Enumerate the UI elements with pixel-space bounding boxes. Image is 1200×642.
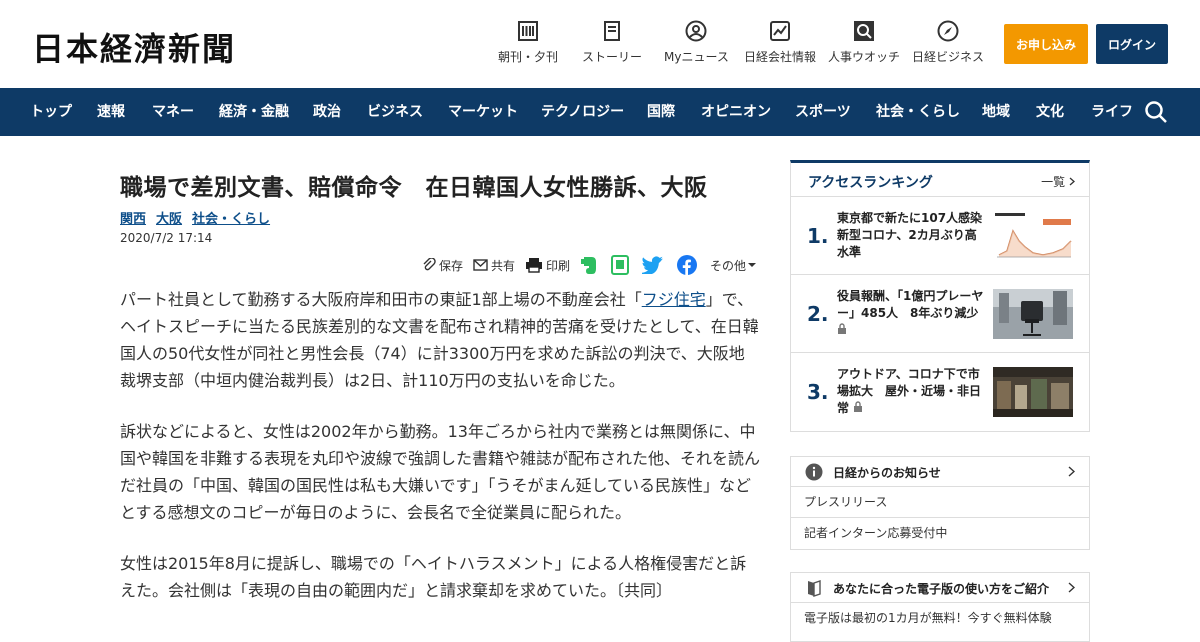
- util-story[interactable]: ストーリー: [582, 20, 642, 65]
- util-label: 朝刊・夕刊: [498, 50, 559, 64]
- nav-item-economy[interactable]: 経済・金融: [219, 88, 289, 136]
- util-label: 日経会社情報: [744, 50, 817, 64]
- article-paragraph: パート社員として勤務する大阪府岸和田市の東証1部上場の不動産会社「フジ住宅」で、…: [120, 290, 759, 390]
- other-share-button[interactable]: その他: [710, 257, 759, 274]
- ranking-item[interactable]: 1. 東京都で新たに107人感染 新型コロナ、2カ月ぶり高水準: [791, 197, 1089, 275]
- nav-item-technology[interactable]: テクノロジー: [541, 88, 624, 136]
- print-label: 印刷: [546, 258, 571, 273]
- chevron-right-icon: [1069, 177, 1075, 186]
- nav-item-breaking[interactable]: 速報: [97, 88, 125, 136]
- save-label: 保存: [439, 258, 464, 273]
- share-label: 共有: [491, 258, 516, 273]
- ranking-thumbnail-photo: [993, 367, 1073, 417]
- chevron-right-icon: [1068, 582, 1075, 593]
- printer-icon: [526, 258, 543, 273]
- util-newspaper[interactable]: 朝刊・夕刊: [498, 20, 558, 65]
- article-paragraph: 訴状などによると、女性は2002年から勤務。13年ごろから社内で業務とは無関係に…: [120, 422, 761, 522]
- util-label: 人事ウオッチ: [828, 50, 901, 64]
- nav-item-culture[interactable]: 文化: [1036, 88, 1064, 136]
- nav-item-top[interactable]: トップ: [30, 88, 72, 136]
- article-paragraph: 女性は2015年8月に提訴し、職場での「ヘイトハラスメント」による人格権侵害だと…: [120, 554, 747, 600]
- ranking-text: 役員報酬、「1億円プレーヤー」485人 8年ぶり減少: [837, 288, 987, 339]
- main-nav: トップ 速報 マネー 経済・金融 政治 ビジネス マーケット テクノロジー 国際…: [0, 88, 1200, 136]
- site-header: 日本経濟新聞 朝刊・夕刊 ストーリー Myニュース 日経会社情報 人事ウオッチ: [0, 0, 1200, 88]
- ranking-header: アクセスランキング 一覧: [791, 163, 1089, 197]
- info-icon: [805, 463, 823, 481]
- clip-icon: [423, 258, 436, 271]
- site-logo[interactable]: 日本経濟新聞: [32, 24, 236, 70]
- util-label: 日経ビジネス: [912, 50, 985, 64]
- ranking-text: 東京都で新たに107人感染 新型コロナ、2カ月ぶり高水準: [837, 211, 995, 259]
- book-icon: [808, 580, 821, 597]
- compass-icon: [937, 20, 959, 42]
- search-icon[interactable]: [1144, 100, 1168, 124]
- mail-icon: [473, 259, 488, 271]
- print-button[interactable]: 印刷: [525, 257, 570, 274]
- nav-item-money[interactable]: マネー: [152, 88, 194, 136]
- user-icon: [685, 20, 707, 42]
- util-business[interactable]: 日経ビジネス: [912, 20, 984, 65]
- ranking-title: アクセスランキング: [808, 175, 933, 191]
- evernote-icon[interactable]: [580, 255, 601, 275]
- nikkei-notice: 日経からのお知らせ プレスリリース 記者インターン応募受付中: [790, 456, 1090, 550]
- ranking-item[interactable]: 2. 役員報酬、「1億円プレーヤー」485人 8年ぶり減少: [791, 275, 1089, 353]
- newspaper-icon: [517, 20, 539, 42]
- tag-osaka[interactable]: 大阪: [156, 208, 182, 227]
- util-personnel[interactable]: 人事ウオッチ: [828, 20, 900, 65]
- ranking-thumbnail-graph: [993, 211, 1073, 261]
- other-label: その他: [710, 258, 747, 273]
- share-button[interactable]: 共有: [473, 257, 515, 274]
- nav-item-sports[interactable]: スポーツ: [795, 88, 851, 136]
- memo-icon[interactable]: [611, 255, 632, 275]
- guide-title: あなたに合った電子版の使い方をご紹介: [833, 582, 1050, 596]
- subscribe-button[interactable]: お申し込み: [1004, 24, 1088, 64]
- guide-header[interactable]: あなたに合った電子版の使い方をご紹介: [791, 573, 1089, 603]
- tag-kansai[interactable]: 関西: [120, 208, 146, 227]
- ranking-number: 2.: [807, 302, 829, 326]
- access-ranking: アクセスランキング 一覧 1. 東京都で新たに107人感染 新型コロナ、2カ月ぶ…: [790, 160, 1090, 432]
- ranking-thumbnail-photo: [993, 289, 1073, 339]
- ranking-text: アウトドア、コロナ下で市場拡大 屋外・近場・非日常: [837, 367, 982, 415]
- login-button[interactable]: ログイン: [1096, 24, 1168, 64]
- notice-title: 日経からのお知らせ: [833, 466, 941, 480]
- search-person-icon: [853, 20, 875, 42]
- share-bar: 保存 共有 印刷 その他: [422, 254, 769, 276]
- ranking-number: 1.: [807, 224, 829, 248]
- nav-item-business[interactable]: ビジネス: [367, 88, 423, 136]
- util-label: ストーリー: [582, 50, 643, 64]
- nav-item-politics[interactable]: 政治: [313, 88, 341, 136]
- util-company[interactable]: 日経会社情報: [744, 20, 816, 65]
- save-button[interactable]: 保存: [422, 257, 463, 274]
- nav-item-market[interactable]: マーケット: [448, 88, 518, 136]
- guide-item-free-trial[interactable]: 電子版は最初の1カ月が無料！今すぐ無料体験: [791, 603, 1089, 633]
- nav-item-society[interactable]: 社会・くらし: [876, 88, 960, 136]
- notice-item-press-release[interactable]: プレスリリース: [791, 487, 1089, 518]
- facebook-icon[interactable]: [677, 255, 700, 275]
- util-mynews[interactable]: Myニュース: [664, 20, 729, 65]
- article-date: 2020/7/2 17:14: [120, 231, 213, 245]
- ranking-number: 3.: [807, 380, 829, 404]
- chart-icon: [769, 20, 791, 42]
- chevron-right-icon: [1068, 466, 1075, 477]
- nav-item-international[interactable]: 国際: [647, 88, 675, 136]
- lock-icon: [854, 401, 863, 412]
- ranking-item[interactable]: 3. アウトドア、コロナ下で市場拡大 屋外・近場・非日常: [791, 353, 1089, 431]
- twitter-icon[interactable]: [642, 256, 667, 274]
- article-body: パート社員として勤務する大阪府岸和田市の東証1部上場の不動産会社「フジ住宅」で、…: [120, 286, 760, 628]
- lock-icon: [838, 323, 846, 334]
- document-icon: [601, 20, 623, 42]
- nav-item-life[interactable]: ライフ: [1091, 88, 1133, 136]
- nav-item-region[interactable]: 地域: [982, 88, 1010, 136]
- tag-society[interactable]: 社会・くらし: [192, 208, 270, 227]
- ranking-more-link[interactable]: 一覧: [1041, 173, 1075, 190]
- article-tags: 関西 大阪 社会・くらし: [120, 208, 270, 227]
- caret-down-icon: [748, 263, 757, 267]
- notice-header[interactable]: 日経からのお知らせ: [791, 457, 1089, 487]
- notice-item-intern[interactable]: 記者インターン応募受付中: [791, 518, 1089, 549]
- digital-guide: あなたに合った電子版の使い方をご紹介 電子版は最初の1カ月が無料！今すぐ無料体験: [790, 572, 1090, 642]
- company-link[interactable]: フジ住宅: [642, 290, 706, 309]
- article-headline: 職場で差別文書、賠償命令 在日韓国人女性勝訴、大阪: [120, 175, 708, 201]
- util-label: Myニュース: [664, 50, 729, 64]
- nav-item-opinion[interactable]: オピニオン: [701, 88, 771, 136]
